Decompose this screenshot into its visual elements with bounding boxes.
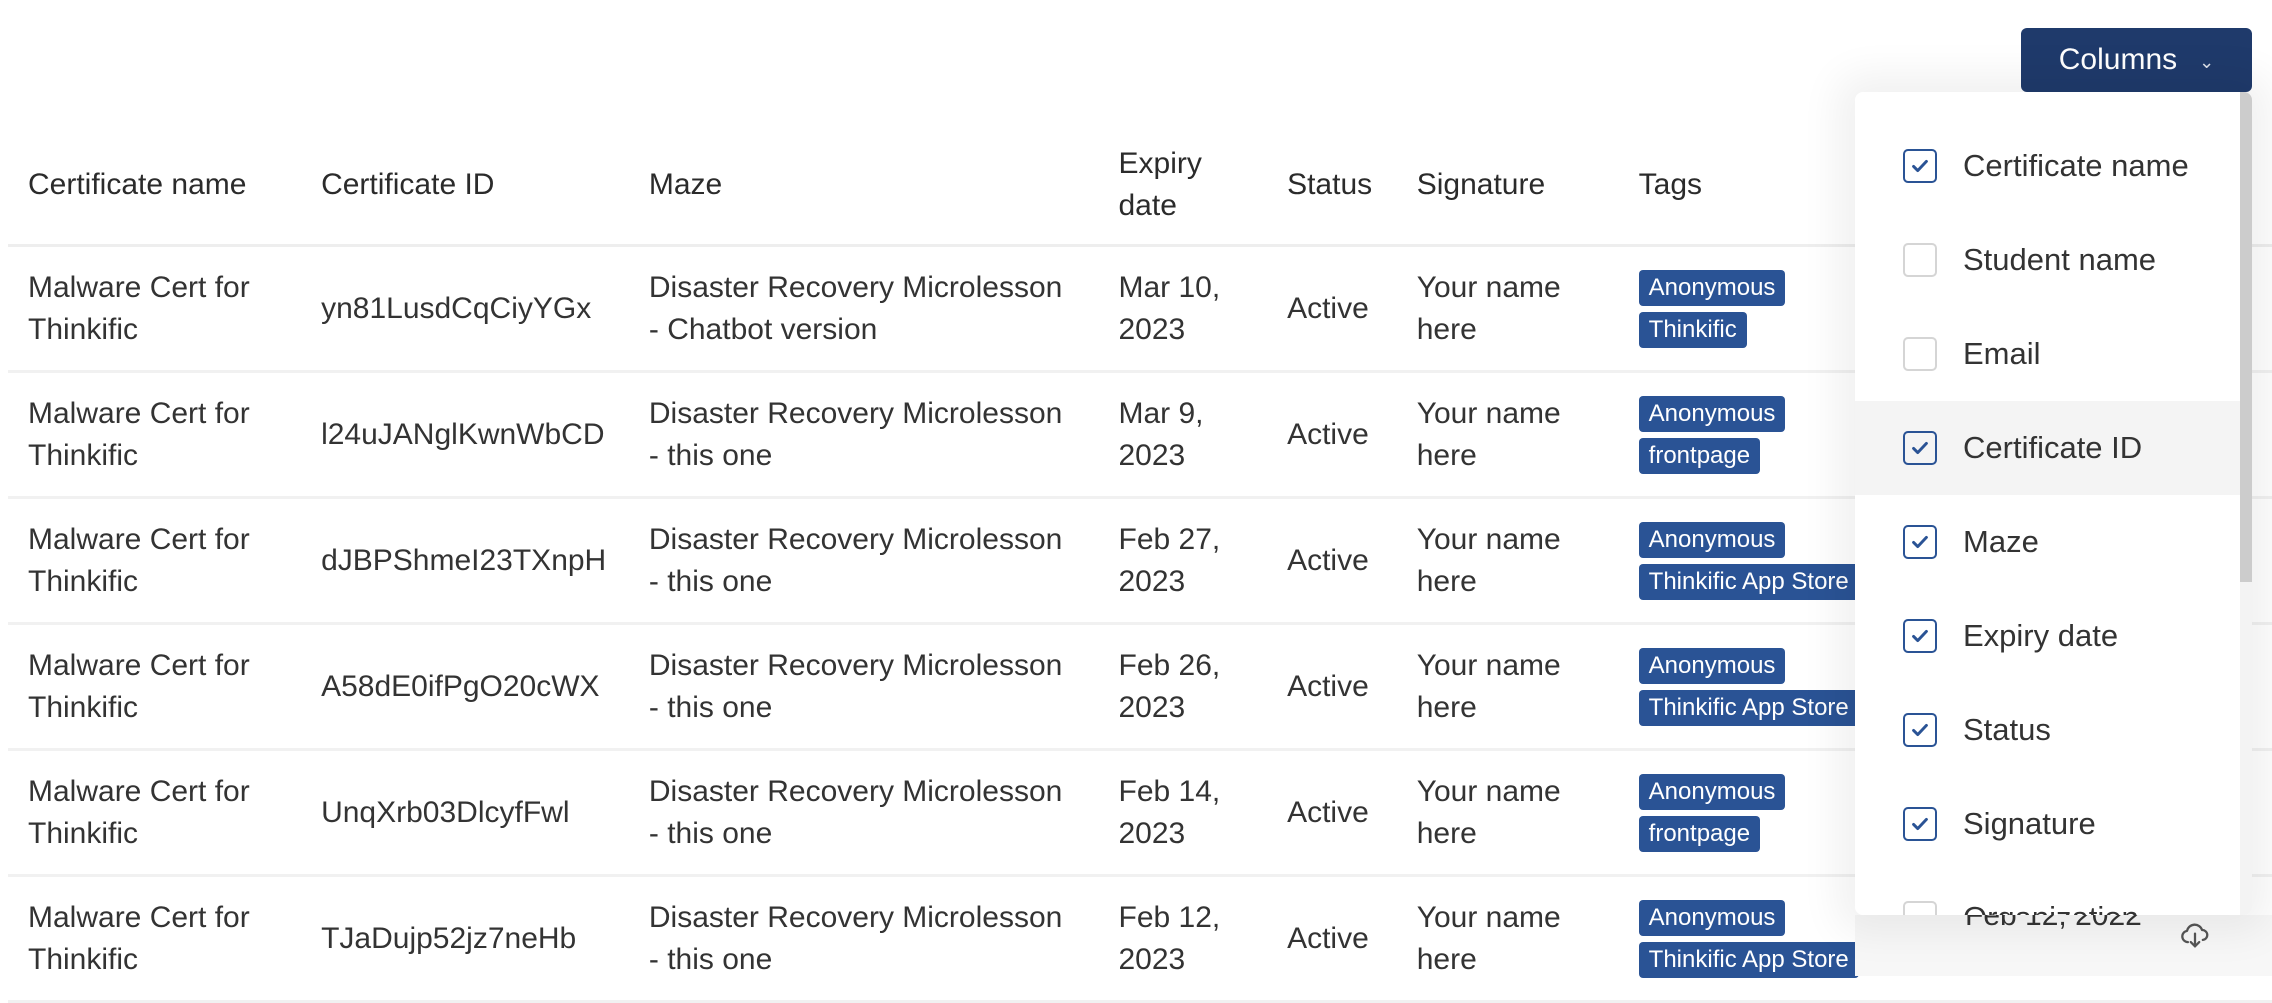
checkmark-icon [1912, 817, 1928, 831]
column-toggle-maze[interactable]: Maze [1855, 495, 2240, 589]
cell-status: Active [1267, 371, 1397, 499]
columns-button-label: Columns [2058, 43, 2178, 76]
checkmark-icon [1912, 535, 1928, 549]
cell-expiry-date: Feb 27, 2023 [1098, 497, 1268, 625]
cell-maze: Disaster Recovery Microlesson - Chatbot … [628, 245, 1099, 373]
checkbox-checked[interactable] [1903, 713, 1937, 747]
cell-expiry-date: Feb 12, 2023 [1098, 875, 1268, 1003]
tag-badge[interactable]: Thinkific App Store [1638, 563, 1859, 600]
column-toggle-organization[interactable]: Organization [1855, 871, 2240, 915]
cell-signature: Your name here [1396, 749, 1619, 877]
cell-maze: Disaster Recovery Microlesson - this one [628, 497, 1099, 625]
cell-status: Active [1267, 623, 1397, 751]
column-toggle-certificate-name[interactable]: Certificate name [1855, 119, 2240, 213]
columns-dropdown: Certificate name Student name Email Certifi… [1855, 92, 2252, 915]
tag-badge[interactable]: frontpage [1638, 437, 1761, 474]
cell-signature: Your name here [1396, 623, 1619, 751]
checkbox-checked[interactable] [1903, 149, 1937, 183]
column-toggle-label: Signature [1963, 806, 2096, 841]
column-toggle-signature[interactable]: Signature [1855, 777, 2240, 871]
tag-badge[interactable]: Anonymous [1638, 395, 1786, 432]
dropdown-scrollbar-thumb[interactable] [2240, 92, 2252, 582]
header-signature[interactable]: Signature [1396, 126, 1619, 247]
checkbox-unchecked[interactable] [1903, 901, 1937, 915]
tag-badge[interactable]: Anonymous [1638, 521, 1786, 558]
checkbox-unchecked[interactable] [1903, 337, 1937, 371]
checkbox-checked[interactable] [1903, 525, 1937, 559]
cell-certificate-id: TJaDujp52jz7neHb [301, 875, 629, 1003]
cell-certificate-id: yn81LusdCqCiyYGx [301, 245, 629, 373]
cell-maze: Disaster Recovery Microlesson - this one [628, 623, 1099, 751]
cell-signature: Your name here [1396, 875, 1619, 1003]
header-expiry-date[interactable]: Expiry date [1098, 126, 1268, 247]
checkbox-checked[interactable] [1903, 431, 1937, 465]
checkmark-icon [1912, 629, 1928, 643]
cell-expiry-date: Feb 26, 2023 [1098, 623, 1268, 751]
tag-badge[interactable]: Anonymous [1638, 647, 1786, 684]
column-toggle-label: Student name [1963, 242, 2157, 277]
cell-expiry-date: Feb 14, 2023 [1098, 749, 1268, 877]
checkbox-checked[interactable] [1903, 619, 1937, 653]
cell-expiry-date: Mar 9, 2023 [1098, 371, 1268, 499]
cell-certificate-name: Malware Cert for Thinkific [8, 245, 302, 373]
cell-maze: Disaster Recovery Microlesson - this one [628, 875, 1099, 1003]
header-status[interactable]: Status [1267, 126, 1397, 247]
tag-badge[interactable]: Thinkific App Store [1638, 689, 1859, 726]
header-certificate-name[interactable]: Certificate name [8, 126, 302, 247]
cell-maze: Disaster Recovery Microlesson - this one [628, 371, 1099, 499]
cell-maze: Disaster Recovery Microlesson - this one [628, 749, 1099, 877]
cell-signature: Your name here [1396, 371, 1619, 499]
column-toggle-label: Maze [1963, 524, 2039, 559]
column-toggle-student-name[interactable]: Student name [1855, 213, 2240, 307]
cell-certificate-id: l24uJANglKwnWbCD [301, 371, 629, 499]
columns-button[interactable]: Columns ⌄ [2021, 28, 2252, 92]
cell-certificate-name: Malware Cert for Thinkific [8, 623, 302, 751]
column-toggle-label: Organization [1963, 900, 2139, 915]
cell-signature: Your name here [1396, 497, 1619, 625]
checkmark-icon [1912, 723, 1928, 737]
column-toggle-label: Expiry date [1963, 618, 2119, 653]
tag-badge[interactable]: Anonymous [1638, 269, 1786, 306]
column-toggle-label: Certificate ID [1963, 430, 2143, 465]
cell-certificate-id: dJBPShmeI23TXnpH [301, 497, 629, 625]
column-toggle-label: Certificate name [1963, 148, 2189, 183]
cell-certificate-id: UnqXrb03DlcyfFwl [301, 749, 629, 877]
cloud-download-icon[interactable] [2178, 918, 2212, 952]
checkbox-checked[interactable] [1903, 807, 1937, 841]
tag-badge[interactable]: Anonymous [1638, 773, 1786, 810]
header-certificate-id[interactable]: Certificate ID [301, 126, 629, 247]
cell-certificate-name: Malware Cert for Thinkific [8, 749, 302, 877]
column-toggle-label: Status [1963, 712, 2051, 747]
header-maze[interactable]: Maze [628, 126, 1099, 247]
dropdown-scrollbar-track[interactable] [2240, 92, 2252, 915]
column-toggle-status[interactable]: Status [1855, 683, 2240, 777]
cell-signature: Your name here [1396, 245, 1619, 373]
cell-certificate-name: Malware Cert for Thinkific [8, 371, 302, 499]
cell-certificate-id: A58dE0ifPgO20cWX [301, 623, 629, 751]
cell-status: Active [1267, 245, 1397, 373]
tag-badge[interactable]: Thinkific App Store [1638, 941, 1859, 978]
checkbox-unchecked[interactable] [1903, 243, 1937, 277]
cell-expiry-date: Mar 10, 2023 [1098, 245, 1268, 373]
column-toggle-label: Email [1963, 336, 2041, 371]
column-toggle-certificate-id[interactable]: Certificate ID [1855, 401, 2240, 495]
checkmark-icon [1912, 159, 1928, 173]
column-toggle-email[interactable]: Email [1855, 307, 2240, 401]
tag-badge[interactable]: Anonymous [1638, 899, 1786, 936]
cell-certificate-name: Malware Cert for Thinkific [8, 497, 302, 625]
column-toggle-expiry-date[interactable]: Expiry date [1855, 589, 2240, 683]
tag-badge[interactable]: Thinkific [1638, 311, 1747, 348]
cell-certificate-name: Malware Cert for Thinkific [8, 875, 302, 1003]
tag-badge[interactable]: frontpage [1638, 815, 1761, 852]
cell-status: Active [1267, 497, 1397, 625]
cell-status: Active [1267, 875, 1397, 1003]
checkmark-icon [1912, 441, 1928, 455]
cell-status: Active [1267, 749, 1397, 877]
chevron-down-icon: ⌄ [2199, 51, 2215, 72]
